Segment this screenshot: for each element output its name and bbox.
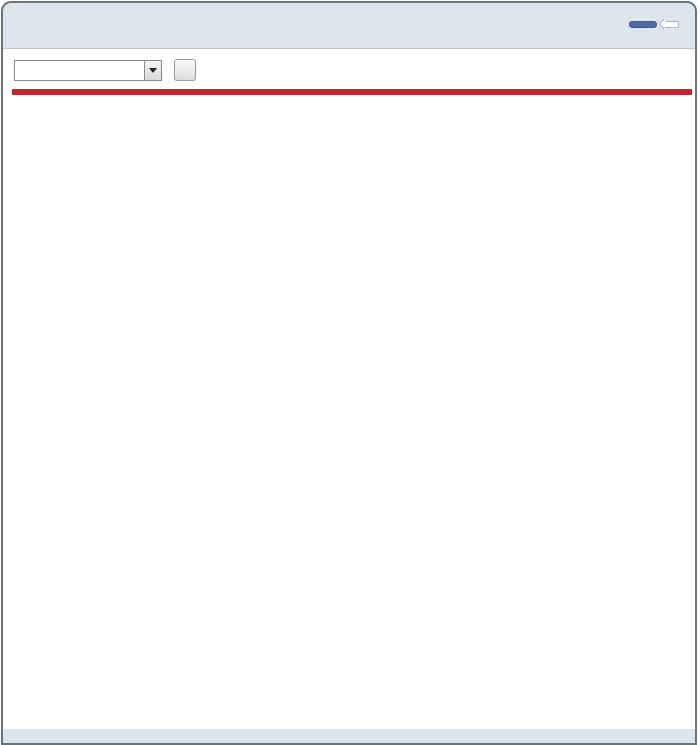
- tab-bar: [3, 42, 695, 48]
- toolbar: [14, 59, 685, 81]
- highlight-box: [12, 89, 692, 95]
- like-count-badge: [663, 20, 679, 28]
- content-panel: [3, 48, 695, 729]
- dialog-header: [3, 3, 695, 42]
- facebook-like-widget: [629, 14, 679, 34]
- facebook-like-button[interactable]: [629, 20, 657, 28]
- export-csv-button[interactable]: [174, 59, 196, 81]
- chevron-down-icon: [144, 60, 161, 80]
- sharkscope-results-dialog: [1, 1, 697, 745]
- search-order-select[interactable]: [14, 59, 162, 81]
